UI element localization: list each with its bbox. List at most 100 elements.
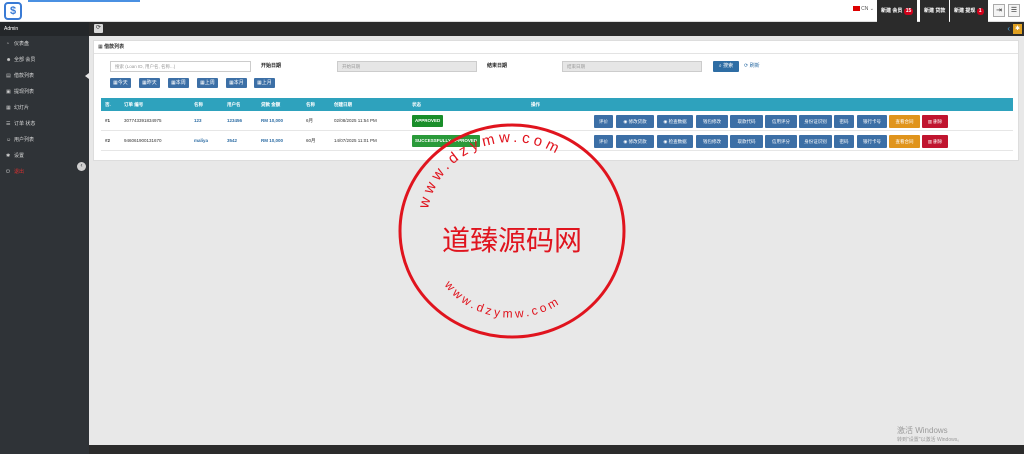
action-credit-score-button[interactable]: 信用评分: [765, 115, 797, 128]
quick-today-button[interactable]: ▦今天: [110, 78, 131, 88]
refresh-icon[interactable]: ⟳: [94, 24, 103, 33]
quick-this-week-button[interactable]: ▦本周: [168, 78, 189, 88]
action-delete-button[interactable]: ▥ 删除: [922, 135, 948, 148]
table-header: 否. 订单 编号 名称 用户名 贷款 金额 名称 创建日期 状态 操作: [101, 98, 1013, 111]
grid-icon: ▦: [6, 105, 11, 111]
new-member-badge: 15: [903, 8, 914, 15]
china-flag-icon: [853, 6, 861, 12]
new-withdraw-button[interactable]: 新建 提现 1: [950, 0, 988, 22]
money-icon: ▣: [6, 89, 11, 95]
windows-activation-watermark: 激活 Windows 转到"设置"以激活 Windows。: [897, 425, 962, 443]
stamp-ring-bottom-text: www.dzymw.com: [441, 277, 563, 321]
sidebar-item-settings[interactable]: ✱ 设置: [0, 148, 89, 164]
sidebar-item-logout[interactable]: ⏻ 退出: [0, 164, 89, 180]
action-id-verify-button[interactable]: 身份证识别: [799, 135, 832, 148]
start-date-input[interactable]: 开始日期: [337, 61, 477, 72]
users-icon: ☻: [6, 57, 12, 63]
chevron-left-icon[interactable]: ‹: [1007, 24, 1010, 33]
col-order: 订单 编号: [124, 102, 144, 107]
row-name-link[interactable]: 123: [194, 111, 202, 131]
sidebar: Admin ◔ 仪表盘 ☻ 全部 会员 ▤ 借款列表 ▣ 提现列表 ▦ 幻灯片 ☰ 订单 状…: [0, 22, 89, 454]
col-status: 状态: [412, 102, 421, 107]
row-name-link[interactable]: maliya: [194, 131, 208, 151]
col-username: 用户名: [227, 102, 241, 107]
action-credit-score-button[interactable]: 信用评分: [765, 135, 797, 148]
action-review-button[interactable]: 评价: [594, 115, 613, 128]
activation-subtitle: 转到"设置"以激活 Windows。: [897, 437, 963, 443]
stamp-center-text: 道臻源码网: [442, 224, 582, 257]
table-row: #2 946061900131670 maliya 3542 RM 10,000…: [101, 131, 1013, 151]
action-password-button[interactable]: 密码: [834, 115, 854, 128]
action-review-button[interactable]: 评价: [594, 135, 613, 148]
row-amount: RM 10,000: [261, 118, 284, 123]
col-name: 名称: [194, 102, 203, 107]
action-check-data-button[interactable]: ◉ 检查数据: [657, 115, 693, 128]
user-icon: ☺: [6, 137, 12, 143]
action-id-verify-button[interactable]: 身份证识别: [799, 115, 832, 128]
reset-link[interactable]: ⟳ 刷新: [744, 61, 760, 72]
row-username-link[interactable]: 3542: [227, 131, 237, 151]
action-edit-loan-button[interactable]: ◉ 修改贷款: [616, 115, 654, 128]
action-password-button[interactable]: 密码: [834, 135, 854, 148]
sidebar-item-user-list[interactable]: ☺ 用户列表: [0, 132, 89, 148]
col-actions: 操作: [531, 102, 540, 107]
app-logo[interactable]: $: [4, 2, 22, 20]
action-delete-button[interactable]: ▥ 删除: [922, 115, 948, 128]
power-icon: ⏻: [6, 169, 10, 175]
sidebar-header: Admin: [0, 22, 89, 36]
quick-this-month-button[interactable]: ▦本月: [226, 78, 247, 88]
row-date: 02/08/2025 11:54 PM: [334, 118, 377, 123]
menu-icon[interactable]: ☰: [1008, 4, 1020, 17]
new-loan-button[interactable]: 新建 贷款: [920, 0, 950, 22]
table-row: #1 307743391834975 123 123456 RM 10,000 …: [101, 111, 1013, 131]
row-date: 14/07/2025 11:01 PM: [334, 138, 377, 143]
action-view-contract-button[interactable]: 查看合同: [889, 135, 920, 148]
sidebar-item-dashboard[interactable]: ◔ 仪表盘: [0, 36, 89, 52]
action-withdraw-code-button[interactable]: 取款代码: [730, 115, 763, 128]
row-no: #1: [105, 118, 111, 123]
action-edit-loan-button[interactable]: ◉ 修改贷款: [616, 135, 654, 148]
new-member-button[interactable]: 新建 会员 15: [877, 0, 918, 22]
end-date-input[interactable]: 结束日期: [562, 61, 702, 72]
search-input[interactable]: 搜索 (Loan ID, 用户名, 名称...): [110, 61, 251, 72]
quick-last-week-button[interactable]: ▦上周: [197, 78, 218, 88]
action-bank-card-button[interactable]: 银行卡号: [857, 135, 887, 148]
sidebar-item-loans[interactable]: ▤ 借款列表: [0, 68, 89, 84]
action-wallet-edit-button[interactable]: 钱包修改: [696, 135, 728, 148]
action-check-data-button[interactable]: ◉ 检查数据: [657, 135, 693, 148]
action-view-contract-button[interactable]: 查看合同: [889, 115, 920, 128]
action-withdraw-code-button[interactable]: 取款代码: [730, 135, 763, 148]
row-term: 6月: [306, 118, 314, 123]
action-wallet-edit-button[interactable]: 钱包修改: [696, 115, 728, 128]
logout-icon[interactable]: ⇥: [993, 4, 1005, 17]
status-badge: APPROVED: [412, 115, 444, 127]
dashboard-icon: ◔: [6, 41, 10, 47]
row-username-link[interactable]: 123456: [227, 111, 242, 131]
search-button[interactable]: ⌕ 搜索: [713, 61, 739, 72]
col-no: 否.: [105, 102, 111, 107]
sidebar-item-withdrawals[interactable]: ▣ 提现列表: [0, 84, 89, 100]
col-amount: 贷款 金额: [261, 102, 281, 107]
row-order: 307743391834975: [124, 118, 162, 123]
sidebar-item-order-status[interactable]: ☰ 订单 状态: [0, 116, 89, 132]
quick-yesterday-button[interactable]: ▦昨天: [139, 78, 160, 88]
list-icon: ☰: [6, 121, 11, 127]
new-withdraw-badge: 1: [976, 8, 984, 15]
action-bank-card-button[interactable]: 银行卡号: [857, 115, 887, 128]
language-selector[interactable]: CN ⌄: [853, 6, 874, 12]
row-order: 946061900131670: [124, 138, 162, 143]
sidebar-item-slides[interactable]: ▦ 幻灯片: [0, 100, 89, 116]
sidebar-item-members[interactable]: ☻ 全部 会员: [0, 52, 89, 68]
start-date-label: 开始日期: [261, 63, 282, 69]
gear-icon: ✱: [6, 153, 11, 159]
loan-list-panel: ▦ 借款列表 搜索 (Loan ID, 用户名, 名称...) 开始日期 开始日…: [93, 40, 1019, 161]
sidebar-collapse-icon[interactable]: ‹: [77, 162, 86, 171]
row-term: 60月: [306, 138, 316, 143]
col-date: 创建日期: [334, 102, 352, 107]
row-no: #2: [105, 138, 111, 143]
content-toolbar: ⟳ ‹ ✱: [89, 22, 1024, 36]
settings-gear-icon[interactable]: ✱: [1013, 24, 1022, 34]
end-date-label: 结束日期: [487, 63, 508, 69]
quick-last-month-button[interactable]: ▦上月: [254, 78, 275, 88]
footer-bar: [89, 445, 1024, 454]
